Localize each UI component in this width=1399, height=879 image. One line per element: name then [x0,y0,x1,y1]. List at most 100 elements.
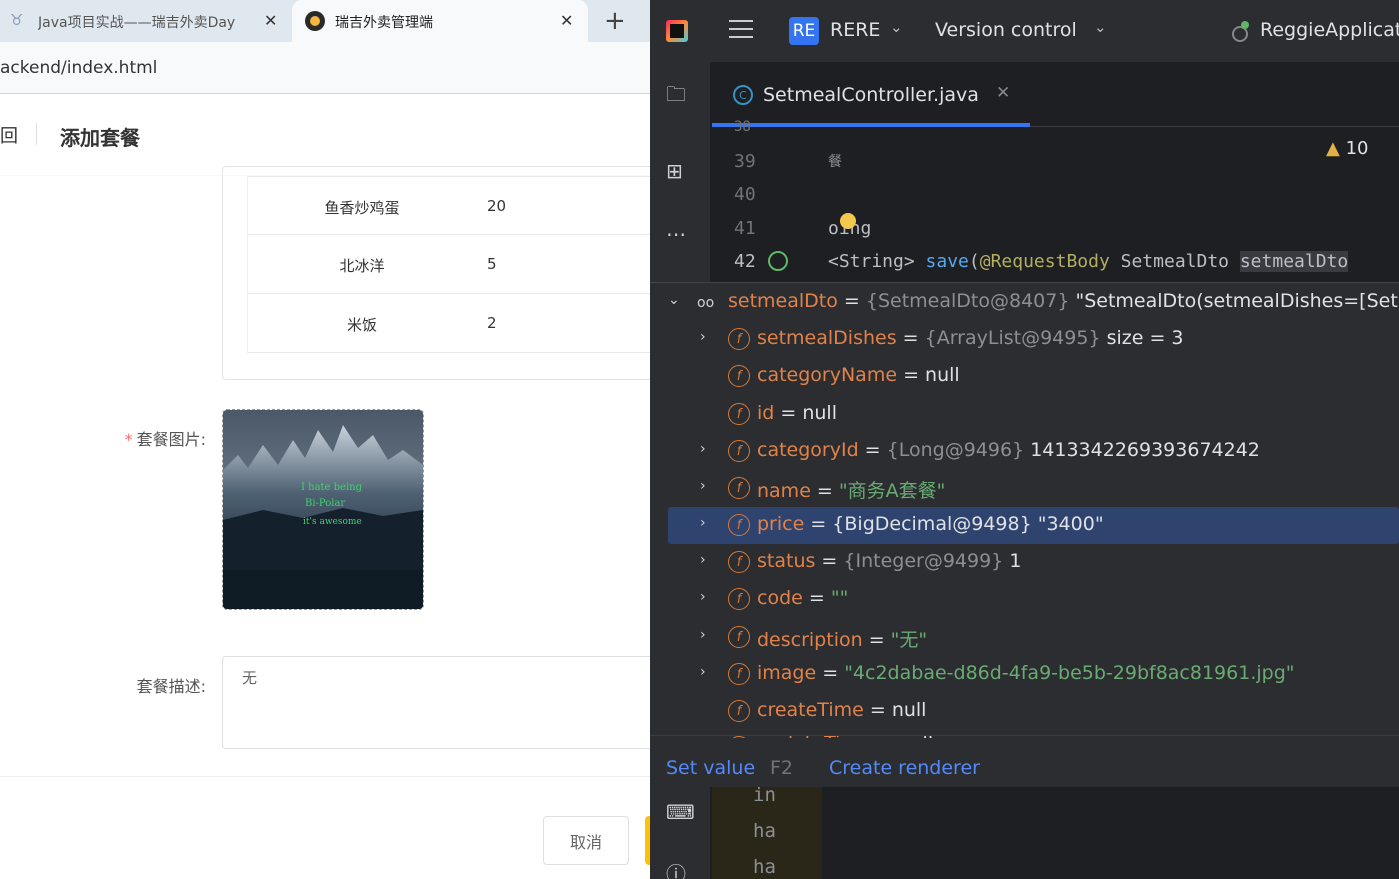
project-badge[interactable]: RE [789,17,819,45]
code-token: SetmealDto [1109,251,1240,272]
close-tab-icon[interactable]: ✕ [264,11,277,30]
chevron-down-icon[interactable]: ⌄ [1094,18,1107,36]
create-renderer-link[interactable]: Create renderer [829,757,980,779]
chevron-down-icon[interactable]: ⌄ [890,18,903,36]
var-ref: {SetmealDto@8407} [865,290,1070,312]
variable-text: setmealDto = {SetmealDto@8407} "SetmealD… [728,290,1399,312]
chevron-right-icon[interactable]: › [700,478,706,494]
close-tab-icon[interactable]: ✕ [560,11,573,30]
uploaded-image-preview: I hate being Bi-Polar it's awesome [223,410,423,609]
code-token: setmealDto [1239,251,1349,272]
browser-tab-project[interactable]: ♉ Java项目实战——瑞吉外卖Day ✕ [0,0,290,42]
variable-row[interactable]: f createTime = null [650,693,1399,730]
screen: ♉ Java项目实战——瑞吉外卖Day ✕ 瑞吉外卖管理端 ✕ + ackend… [0,0,1399,879]
code-line: <String> save(@RequestBody SetmealDto se… [828,251,1349,272]
page-title: 添加套餐 [60,126,140,150]
structure-icon[interactable]: ⊞ [666,159,683,183]
variable-row[interactable]: › f code = "" [650,581,1399,618]
main-menu-icon[interactable] [729,20,753,40]
var-name: setmealDto [728,290,838,312]
image-caption-line: Bi-Polar [305,498,345,509]
variable-row[interactable]: › f image = "4c2dabae-d86d-4fa9-be5b-29b… [650,656,1399,693]
ide-titlebar: RE RERE ⌄ Version control ⌄ ReggieApplic… [650,0,1399,62]
problems-icon[interactable]: ⓘ [666,858,686,879]
variable-text: image = "4c2dabae-d86d-4fa9-be5b-29bf8ac… [757,662,1295,684]
code-line: 餐 [828,154,842,170]
code-token: @RequestBody [979,251,1110,272]
line-gutter: 38 39 40 41 42 [712,119,822,282]
version-control-menu[interactable]: Version control [935,19,1077,41]
chevron-right-icon[interactable]: › [700,552,706,568]
var-value: 1413342269393674242 [1030,439,1260,461]
variable-row[interactable]: f id = null [650,396,1399,433]
code-area[interactable]: 餐 oing <String> save(@RequestBody Setmea… [828,127,1399,282]
var-name: categoryName [757,364,898,386]
desc-field-label: 套餐描述: [136,677,206,696]
address-bar[interactable]: ackend/index.html [0,42,650,94]
table-row: 米饭 2 [248,294,650,353]
var-name: price [757,513,805,535]
address-url[interactable]: ackend/index.html [0,58,157,78]
dish-name: 北冰洋 [339,257,385,275]
variable-row[interactable]: › f name = "商务A套餐" [650,470,1399,507]
cancel-button[interactable]: 取消 [543,816,629,865]
set-value-link[interactable]: Set value [666,757,755,779]
variable-row[interactable]: › f status = {Integer@9499} 1 [650,544,1399,581]
field-icon: f [728,551,750,573]
var-value: null [802,402,837,424]
field-icon: f [728,403,750,425]
description-value: 无 [242,669,258,687]
warning-count[interactable]: ▲ 10 [1326,138,1368,159]
site-favicon-icon: ♉ [10,11,24,29]
image-label-text: 套餐图片: [136,430,206,449]
variable-row[interactable]: › f description = "无" [650,619,1399,656]
var-value: "SetmealDto(setmealDishes=[Setm [1075,290,1399,312]
chevron-right-icon[interactable]: › [700,329,706,345]
run-configuration[interactable]: ReggieApplicat [1260,19,1399,41]
watch-glasses-icon: oo [697,295,715,311]
variable-row-selected[interactable]: › f price = {BigDecimal@9498} "3400" [668,507,1399,544]
chevron-down-icon[interactable]: ⌄ [668,292,680,308]
intention-bulb-icon[interactable] [840,213,856,229]
popup-footer: Set value F2 Create renderer [650,748,1399,788]
variable-row[interactable]: › f setmealDishes = {ArrayList@9495} siz… [650,321,1399,358]
code-token: save [925,251,969,272]
back-link[interactable]: 回 [0,122,18,148]
run-gutter-icon[interactable] [768,251,788,271]
table-row: 北冰洋 5 [248,235,650,294]
chevron-right-icon[interactable]: › [700,589,706,605]
chevron-right-icon[interactable]: › [700,441,706,457]
variable-row-partial[interactable]: f updateTime = null [650,730,1399,738]
field-icon: f [728,477,750,499]
image-field-label: * 套餐图片: [6,426,206,450]
project-name[interactable]: RERE [830,19,880,41]
browser-tabstrip: ♉ Java项目实战——瑞吉外卖Day ✕ 瑞吉外卖管理端 ✕ + [0,0,650,42]
variable-text: categoryId = {Long@9496} 141334226939367… [757,439,1260,461]
more-icon[interactable]: ⋯ [666,222,686,246]
image-upload[interactable]: I hate being Bi-Polar it's awesome [222,409,424,610]
dish-quantity: 2 [487,314,497,332]
var-value: "" [830,587,849,609]
chevron-right-icon[interactable]: › [700,627,706,643]
var-value: "3400" [1037,513,1104,535]
chevron-right-icon[interactable]: › [700,515,706,531]
close-tab-icon[interactable]: ✕ [996,83,1010,103]
variable-row[interactable]: › f categoryId = {Long@9496} 14133422693… [650,433,1399,470]
description-textarea[interactable]: 无 [222,656,650,749]
editor-tab-bar: C SetmealController.java ✕ [712,62,1399,127]
chevron-right-icon[interactable]: › [700,664,706,680]
variable-row[interactable]: f categoryName = null [650,358,1399,395]
folder-icon[interactable]: 🗀 [666,80,686,114]
variable-root-row[interactable]: ⌄ oo setmealDto = {SetmealDto@8407} "Set… [650,284,1399,321]
variable-text: setmealDishes = {ArrayList@9495} size = … [757,327,1184,349]
table-row: 鱼香炒鸡蛋 20 [248,176,650,235]
tab-file[interactable]: SetmealController.java [763,84,979,106]
line-number: 40 [734,184,756,205]
terminal-icon[interactable]: ⌨ [666,800,695,824]
var-value: 1 [1009,550,1022,572]
field-icon: f [728,514,750,536]
dish-quantity: 20 [487,197,507,215]
browser-tab-admin[interactable]: 瑞吉外卖管理端 ✕ [292,0,588,42]
new-tab-button[interactable]: + [604,6,626,36]
var-name: status [757,550,816,572]
